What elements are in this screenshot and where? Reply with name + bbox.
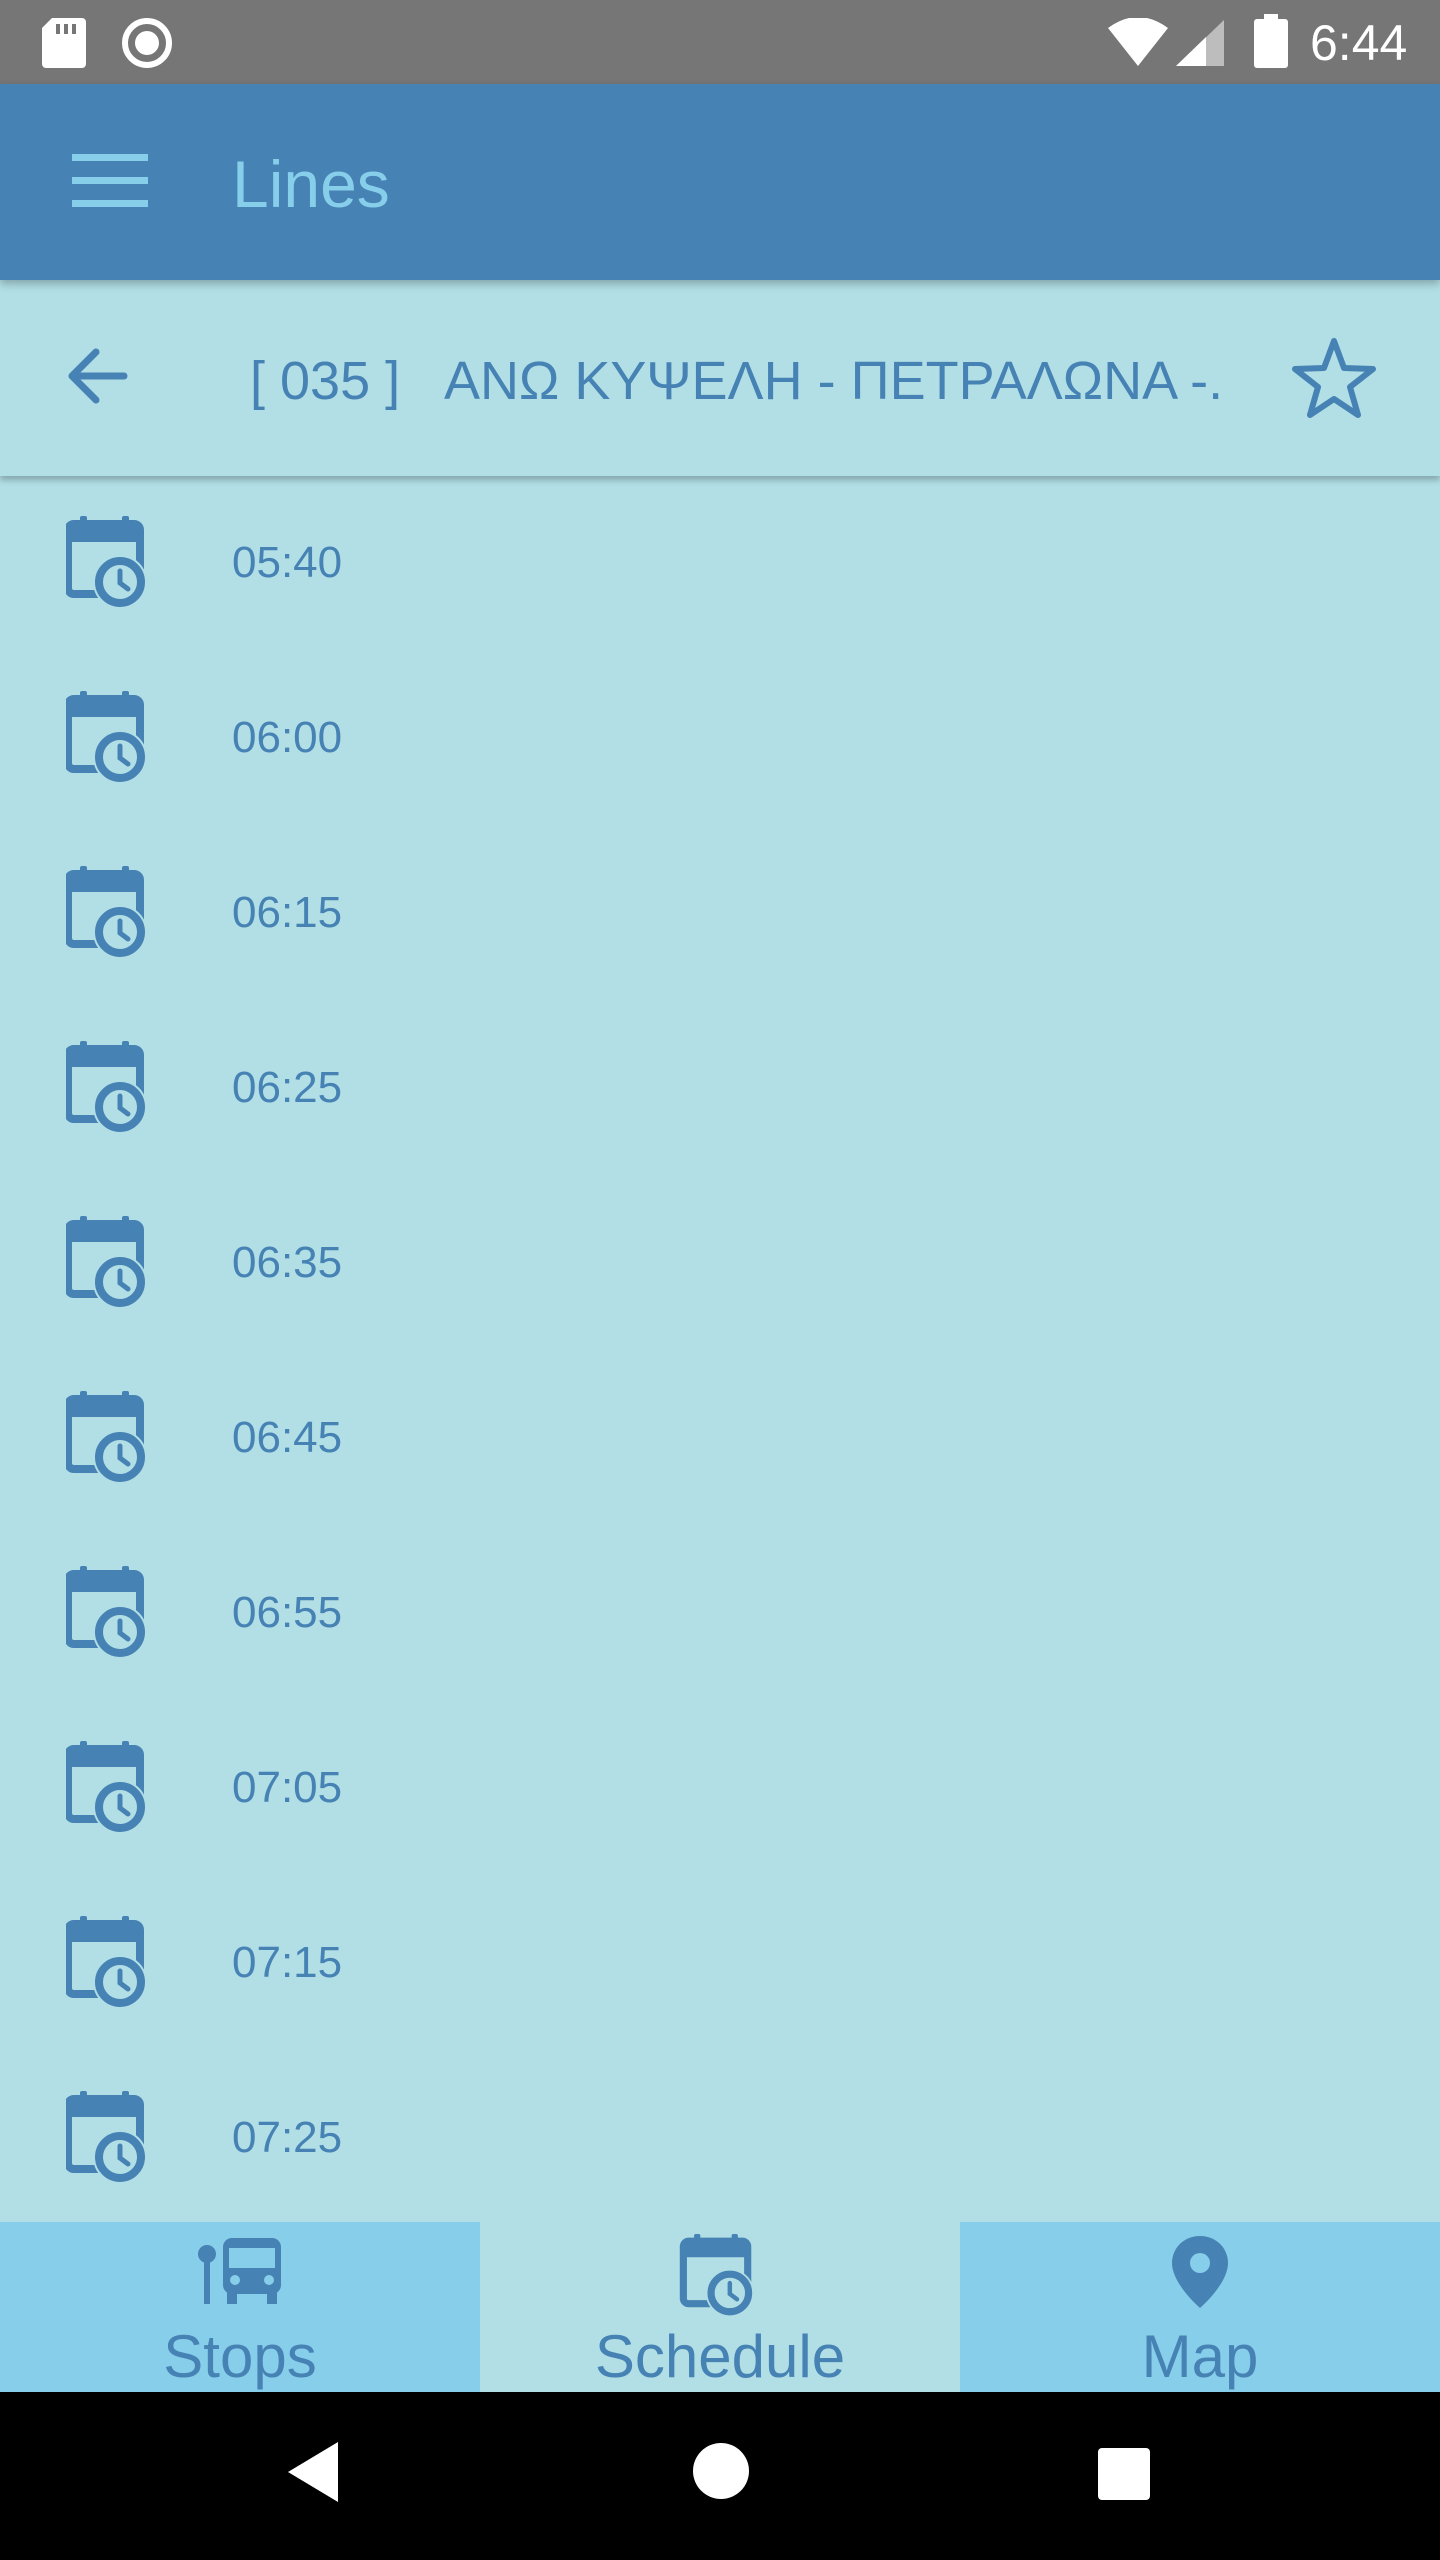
line-code: [ 035 ] <box>250 351 401 411</box>
calendar-clock-icon <box>64 1916 152 2015</box>
battery-icon <box>1254 14 1288 73</box>
departure-time: 06:35 <box>232 1238 343 1287</box>
departure-time: 06:00 <box>232 713 343 762</box>
status-clock: 6:44 <box>1310 15 1408 71</box>
calendar-clock-icon <box>64 1041 152 1140</box>
map-pin-icon <box>1170 2234 1230 2315</box>
system-navigation-bar <box>0 2392 1440 2560</box>
system-home-icon[interactable] <box>692 2442 750 2505</box>
tab-schedule[interactable]: Schedule <box>480 2222 960 2392</box>
calendar-clock-icon <box>64 1391 152 1490</box>
app-title: Lines <box>232 147 390 221</box>
schedule-row[interactable]: 06:15 <box>0 826 1440 1001</box>
schedule-row[interactable]: 07:25 <box>0 2051 1440 2222</box>
schedule-row[interactable]: 06:00 <box>0 651 1440 826</box>
calendar-clock-icon <box>64 1566 152 1665</box>
calendar-clock-icon <box>64 691 152 790</box>
schedule-row[interactable]: 07:15 <box>0 1876 1440 2051</box>
star-outline-icon[interactable] <box>1290 336 1378 425</box>
system-recents-icon[interactable] <box>1098 2448 1150 2505</box>
schedule-row[interactable]: 07:05 <box>0 1701 1440 1876</box>
tab-schedule-label: Schedule <box>594 2323 846 2390</box>
wifi-icon <box>1108 17 1168 71</box>
schedule-list: 05:40 06:00 06:15 06:25 06:35 06:45 06:5… <box>0 476 1440 2222</box>
departure-time: 07:15 <box>232 1938 343 1987</box>
app-bar: Lines <box>0 84 1440 280</box>
departure-time: 06:15 <box>232 888 343 937</box>
status-bar: 6:44 <box>0 0 1440 84</box>
sd-card-icon <box>42 18 86 73</box>
tab-map-label: Map <box>1141 2323 1259 2390</box>
line-name: ΑΝΩ ΚΥΨΕΛΗ - ΠΕΤΡΑΛΩΝΑ -... <box>444 351 1224 411</box>
hamburger-menu-icon[interactable] <box>72 154 148 213</box>
schedule-row[interactable]: 05:40 <box>0 476 1440 651</box>
schedule-row[interactable]: 06:55 <box>0 1526 1440 1701</box>
system-back-icon[interactable] <box>288 2442 340 2507</box>
departure-time: 07:05 <box>232 1763 343 1812</box>
calendar-clock-icon <box>677 2234 763 2323</box>
schedule-row[interactable]: 06:45 <box>0 1351 1440 1526</box>
screen: 6:44 Lines [ 035 ] ΑΝΩ ΚΥΨΕΛΗ - ΠΕΤΡΑΛΩΝ… <box>0 0 1440 2560</box>
calendar-clock-icon <box>64 1741 152 1840</box>
tab-stops[interactable]: Stops <box>0 2222 480 2392</box>
calendar-clock-icon <box>64 516 152 615</box>
line-header: [ 035 ] ΑΝΩ ΚΥΨΕΛΗ - ΠΕΤΡΑΛΩΝΑ -... <box>0 280 1440 476</box>
calendar-clock-icon <box>64 1216 152 1315</box>
departure-time: 06:55 <box>232 1588 343 1637</box>
signal-icon <box>1176 20 1224 71</box>
schedule-row[interactable]: 06:35 <box>0 1176 1440 1351</box>
tab-stops-label: Stops <box>163 2323 317 2390</box>
tab-map[interactable]: Map <box>960 2222 1440 2392</box>
bottom-navigation: Stops Schedule Map <box>0 2222 1440 2392</box>
calendar-clock-icon <box>64 866 152 965</box>
calendar-clock-icon <box>64 2091 152 2190</box>
schedule-row[interactable]: 06:25 <box>0 1001 1440 1176</box>
sync-circle-icon <box>120 16 174 75</box>
departure-time: 06:25 <box>232 1063 343 1112</box>
departure-time: 07:25 <box>232 2113 343 2162</box>
departure-time: 06:45 <box>232 1413 343 1462</box>
bus-stop-icon <box>195 2234 285 2311</box>
arrow-left-icon[interactable] <box>66 348 128 409</box>
departure-time: 05:40 <box>232 538 343 587</box>
